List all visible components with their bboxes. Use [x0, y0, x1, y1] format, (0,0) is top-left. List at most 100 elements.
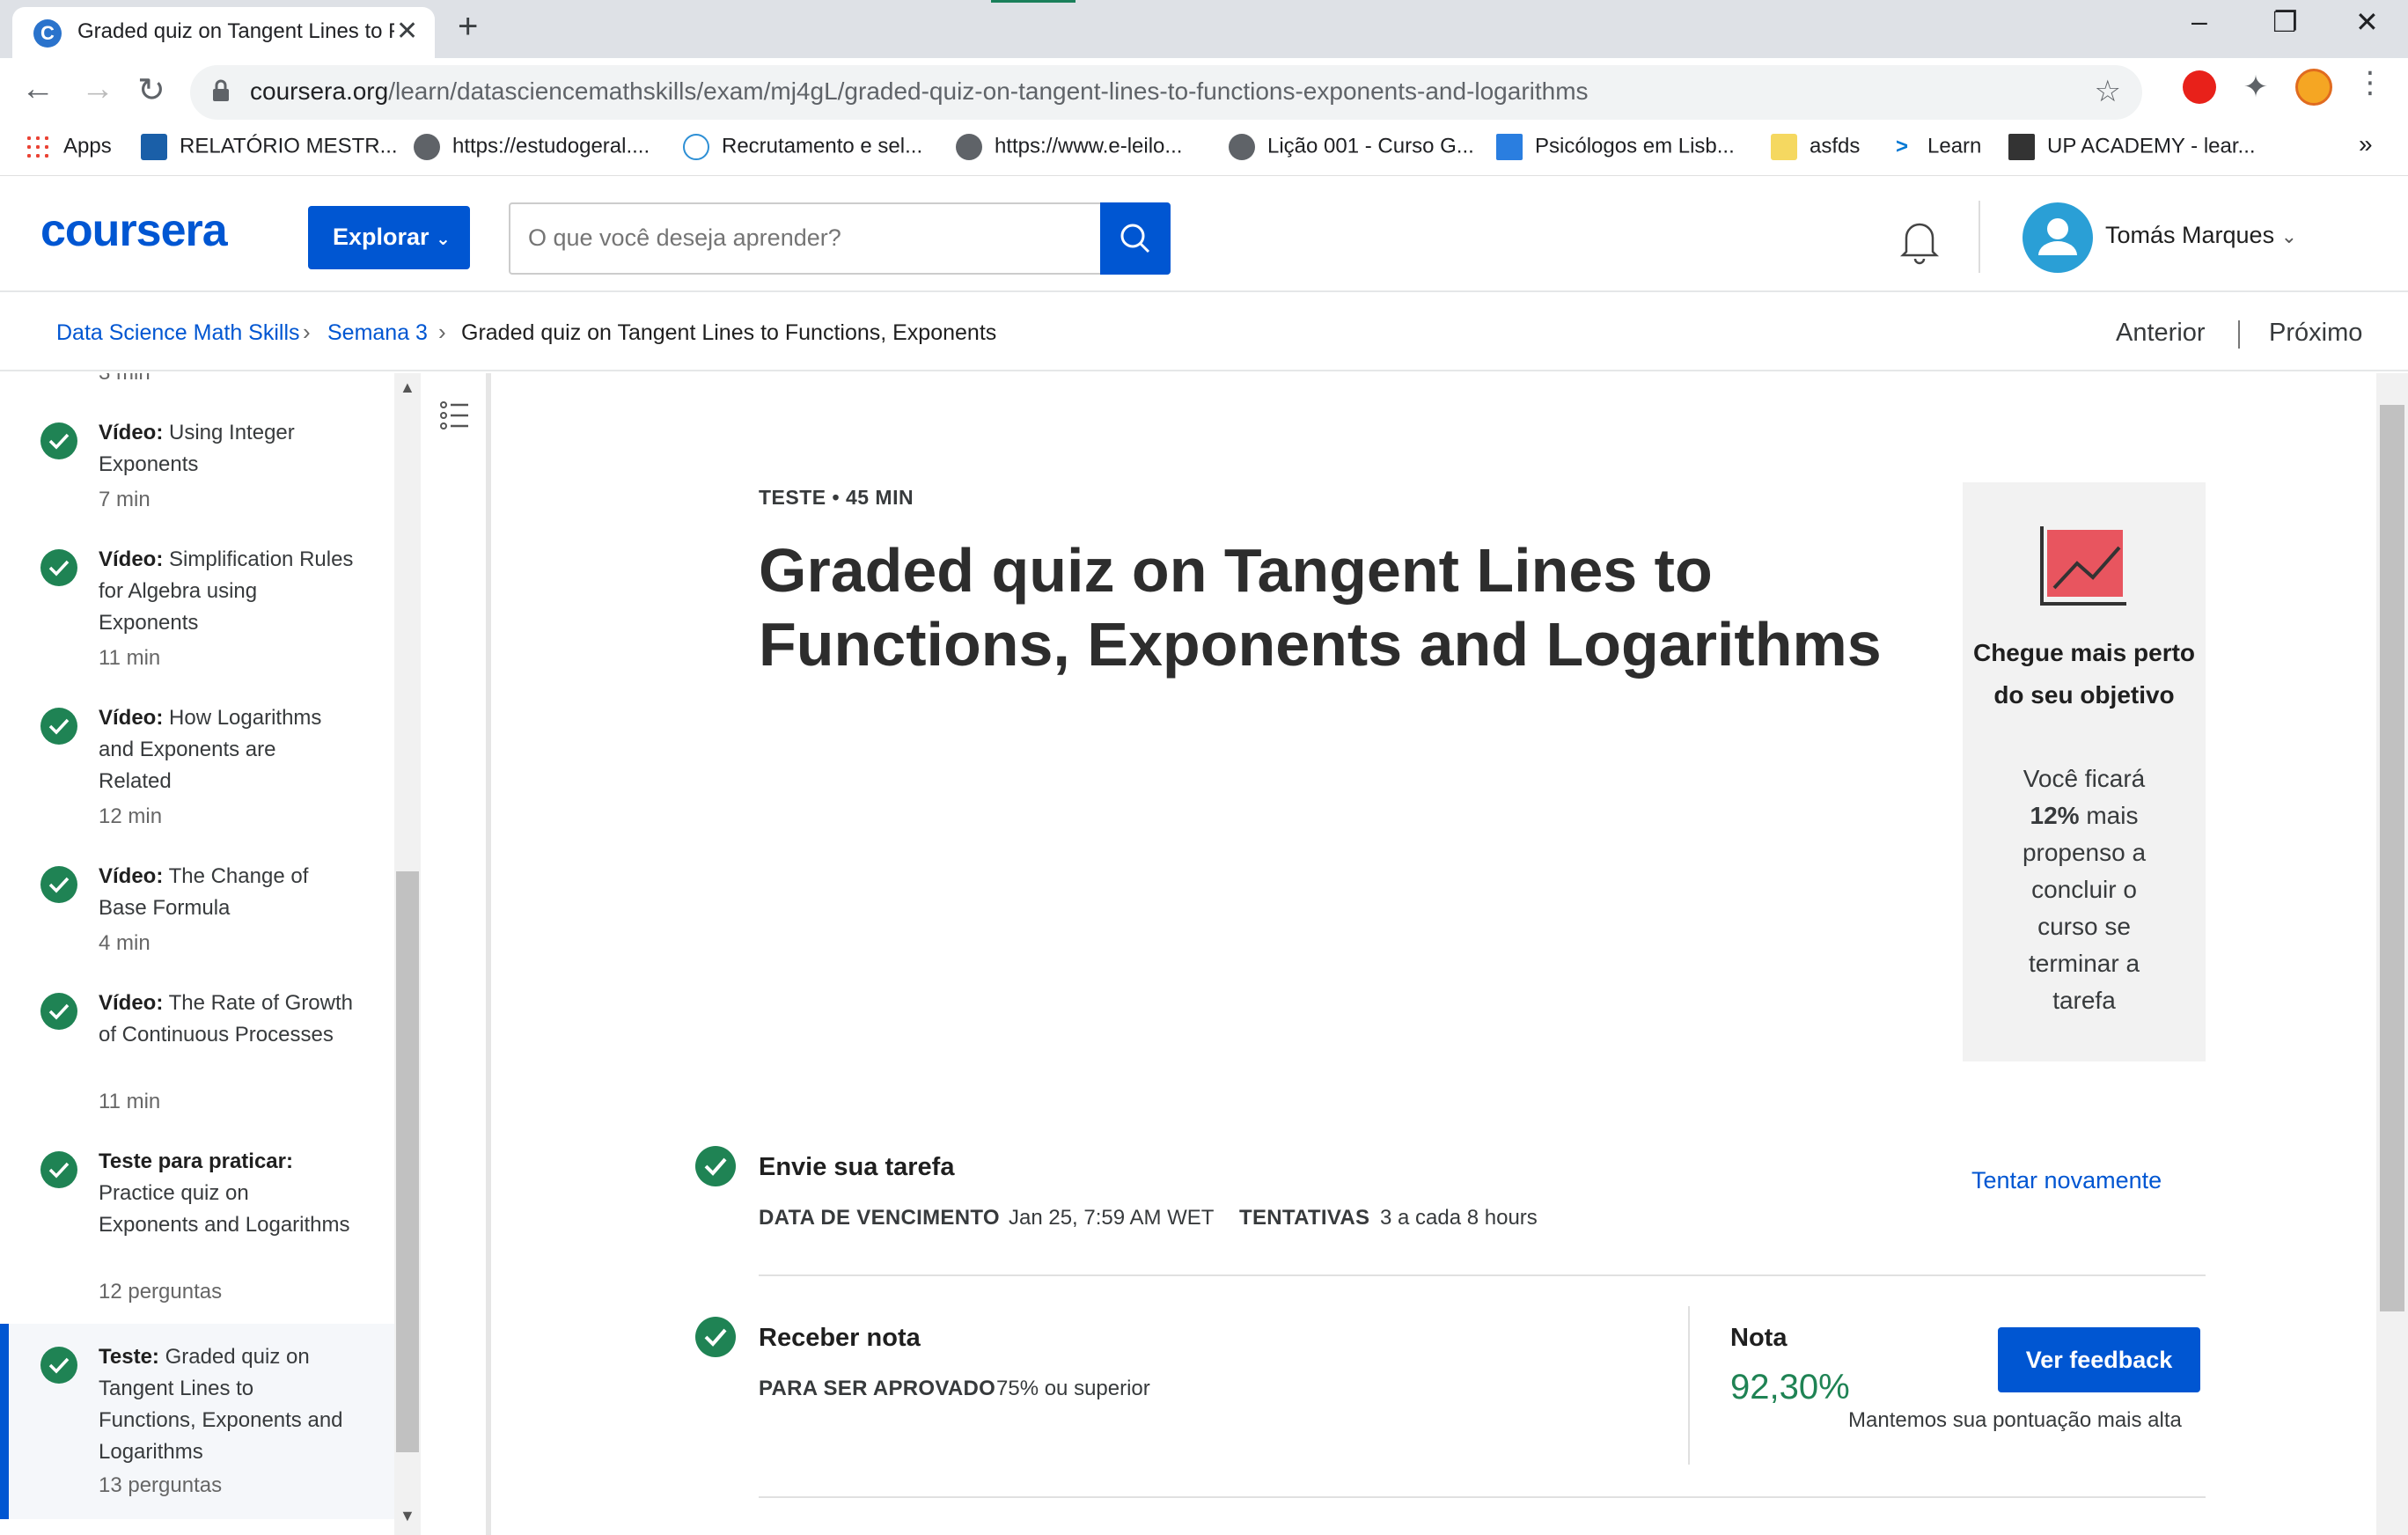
- browser-tab[interactable]: C Graded quiz on Tangent Lines to Functi…: [12, 7, 435, 58]
- bookmark-licao[interactable]: Lição 001 - Curso G...: [1229, 134, 1474, 160]
- bookmark-eleilo[interactable]: https://www.e-leilo...: [956, 134, 1182, 160]
- bookmark-estudogeral[interactable]: https://estudogeral....: [414, 134, 650, 160]
- sidebar-scrollbar-thumb[interactable]: [396, 871, 419, 1452]
- notifications-bell-icon[interactable]: [1898, 217, 1942, 266]
- user-name: Tomás Marques: [2105, 222, 2275, 248]
- list-outline-icon[interactable]: [431, 391, 481, 440]
- forward-arrow-icon[interactable]: →: [81, 70, 114, 108]
- completed-check-icon: [695, 1317, 736, 1357]
- profile-avatar-icon[interactable]: [2295, 69, 2332, 106]
- restore-icon[interactable]: ❐: [2272, 5, 2298, 39]
- grade-value: 92,30%: [1730, 1368, 1850, 1406]
- address-bar[interactable]: coursera.org/learn/datasciencemathskills…: [190, 65, 2142, 120]
- completed-check-icon: [40, 1151, 77, 1188]
- search-input[interactable]: [510, 204, 1091, 271]
- back-arrow-icon[interactable]: ←: [21, 70, 55, 108]
- close-window-icon[interactable]: ✕: [2355, 5, 2379, 39]
- list-item-current[interactable]: Teste: Graded quiz on Tangent Lines to F…: [0, 1324, 394, 1519]
- minimize-icon[interactable]: –: [2191, 5, 2207, 38]
- search-button[interactable]: [1100, 202, 1171, 275]
- list-item[interactable]: Vídeo: The Change of Base Formula 4 min: [0, 861, 394, 988]
- main-scrollbar-thumb[interactable]: [2380, 405, 2404, 1311]
- item-duration: 11 min: [99, 1090, 161, 1113]
- outline-toggle-column: [421, 373, 491, 1535]
- tg-icon: [683, 134, 709, 160]
- breadcrumb-course[interactable]: Data Science Math Skills: [56, 320, 300, 346]
- scroll-up-arrow-icon[interactable]: ▲: [400, 378, 415, 397]
- view-feedback-button[interactable]: Ver feedback: [1998, 1327, 2200, 1392]
- bookmark-star-icon[interactable]: ☆: [2095, 74, 2121, 109]
- bookmark-relatorio[interactable]: RELATÓRIO MESTR...: [141, 134, 398, 160]
- globe-icon: [414, 134, 440, 160]
- item-duration: 12 min: [99, 804, 163, 828]
- chevron-right-icon: ›: [438, 319, 446, 345]
- url-text: coursera.org/learn/datasciencemathskills…: [250, 77, 1589, 105]
- user-avatar[interactable]: [2023, 202, 2093, 273]
- item-duration: 12 perguntas: [99, 1280, 223, 1304]
- next-button[interactable]: Próximo: [2269, 319, 2362, 348]
- goal-card: Chegue mais perto do seu objetivo Você f…: [1963, 482, 2206, 1061]
- chevron-down-icon: ⌄: [436, 230, 451, 249]
- adblock-extension-icon[interactable]: [2183, 70, 2216, 104]
- coursera-logo[interactable]: coursera: [40, 204, 228, 257]
- attempts-value: 3 a cada 8 hours: [1380, 1206, 1538, 1230]
- completed-check-icon: [40, 1347, 77, 1384]
- main-content: TESTE • 45 MIN Graded quiz on Tangent Li…: [496, 373, 2376, 1535]
- item-type-label: TESTE • 45 MIN: [759, 486, 914, 509]
- document-icon: [141, 134, 167, 160]
- completed-check-icon: [695, 1146, 736, 1186]
- attempts-label: TENTATIVAS: [1239, 1206, 1370, 1230]
- item-title: Teste: Graded quiz on Tangent Lines to F…: [99, 1345, 343, 1464]
- page-title: Graded quiz on Tangent Lines to Function…: [759, 536, 1882, 679]
- vertical-divider: [1688, 1306, 1690, 1465]
- more-bookmarks-icon[interactable]: »: [2359, 130, 2373, 158]
- explore-label: Explorar: [333, 224, 429, 250]
- bookmark-learn[interactable]: > Learn: [1889, 134, 1981, 160]
- coursera-favicon-icon: C: [33, 19, 62, 48]
- breadcrumb-week[interactable]: Semana 3: [327, 320, 428, 346]
- header-divider: [1979, 201, 1980, 273]
- reload-icon[interactable]: ↻: [137, 70, 165, 110]
- goal-body: Você ficará 12% mais propenso a concluir…: [2022, 765, 2147, 1014]
- user-menu[interactable]: Tomás Marques ⌄: [2105, 222, 2297, 249]
- nav-divider: [2238, 320, 2240, 349]
- item-duration: 13 perguntas: [99, 1473, 223, 1497]
- close-tab-icon[interactable]: ✕: [396, 16, 418, 47]
- bookmark-apps[interactable]: Apps: [25, 134, 112, 160]
- item-title: Vídeo: Using Integer Exponents: [99, 421, 295, 476]
- list-item[interactable]: Vídeo: The Rate of Growth of Continuous …: [0, 988, 394, 1146]
- divider: [759, 1496, 2206, 1498]
- browser-menu-icon[interactable]: ⋮: [2355, 65, 2389, 99]
- item-title: Teste para praticar: Practice quiz on Ex…: [99, 1149, 350, 1237]
- list-item[interactable]: 3 min: [0, 373, 394, 396]
- retry-link[interactable]: Tentar novamente: [1971, 1167, 2162, 1194]
- grade-label: Nota: [1730, 1324, 1788, 1352]
- due-date-label: DATA DE VENCIMENTO: [759, 1206, 1000, 1230]
- list-item[interactable]: Vídeo: Simplification Rules for Algebra …: [0, 544, 394, 702]
- browser-toolbar: ← → ↻ coursera.org/learn/datasciencemath…: [0, 58, 2408, 125]
- chevron-down-icon: ⌄: [2280, 225, 2298, 247]
- list-item[interactable]: Vídeo: How Logarithms and Exponents are …: [0, 702, 394, 861]
- bookmark-asfds[interactable]: asfds: [1771, 134, 1860, 160]
- search-icon: [1120, 224, 1150, 253]
- globe-icon: [956, 134, 982, 160]
- item-duration: 3 min: [99, 373, 150, 386]
- list-item[interactable]: Vídeo: Using Integer Exponents 7 min: [0, 417, 394, 558]
- new-tab-icon[interactable]: +: [458, 7, 478, 47]
- extensions-puzzle-icon[interactable]: ✦: [2239, 70, 2272, 104]
- item-duration: 11 min: [99, 646, 161, 670]
- bookmark-recrutamento[interactable]: Recrutamento e sel...: [683, 134, 922, 160]
- terminal-icon: >: [1895, 135, 1908, 158]
- breadcrumb-current: Graded quiz on Tangent Lines to Function…: [461, 320, 997, 345]
- scroll-down-arrow-icon[interactable]: ▼: [400, 1507, 415, 1525]
- list-item[interactable]: Teste para praticar: Practice quiz on Ex…: [0, 1146, 394, 1322]
- submit-heading: Envie sua tarefa: [759, 1153, 955, 1181]
- bookmark-upacademy[interactable]: UP ACADEMY - lear...: [2008, 134, 2256, 160]
- globe-icon: [1229, 134, 1255, 160]
- search-box: [509, 202, 1171, 275]
- previous-button[interactable]: Anterior: [2116, 319, 2206, 348]
- explore-button[interactable]: Explorar ⌄: [308, 206, 470, 269]
- item-title: Vídeo: How Logarithms and Exponents are …: [99, 706, 322, 793]
- completed-check-icon: [40, 549, 77, 586]
- bookmark-psicologos[interactable]: Psicólogos em Lisb...: [1496, 134, 1735, 160]
